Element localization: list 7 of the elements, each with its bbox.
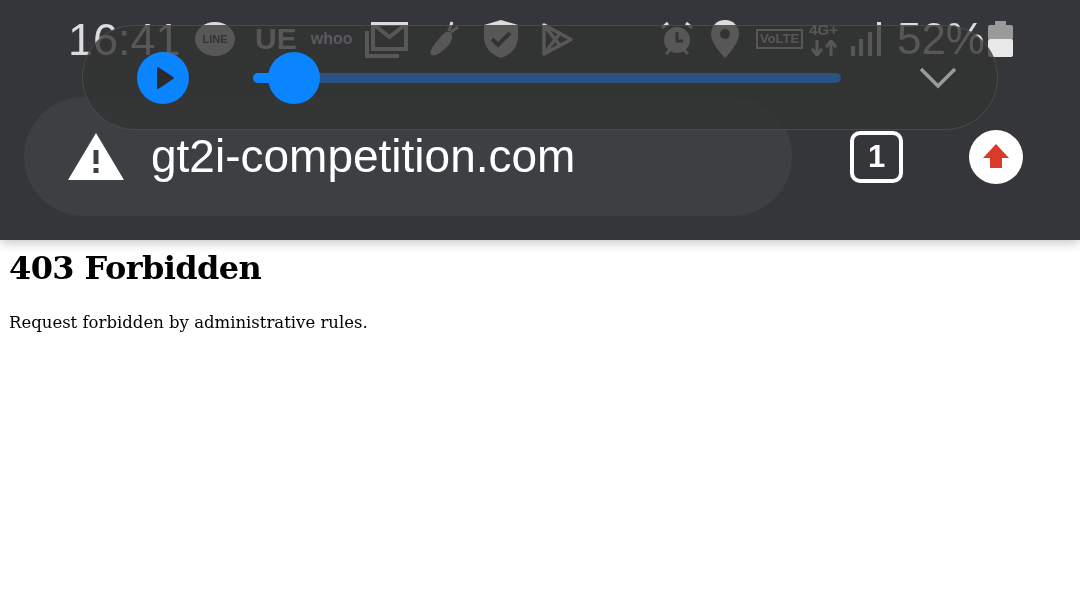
battery-icon: [988, 21, 1013, 57]
error-message-text: Request forbidden by administrative rules.: [9, 313, 368, 333]
url-text[interactable]: gt2i-competition.com: [151, 128, 576, 185]
battery-percent-text: 52%: [896, 17, 985, 61]
page-heading: 403 Forbidden: [9, 250, 262, 286]
clock-text: 16:41: [68, 16, 182, 62]
chevron-down-icon[interactable]: [919, 66, 957, 89]
